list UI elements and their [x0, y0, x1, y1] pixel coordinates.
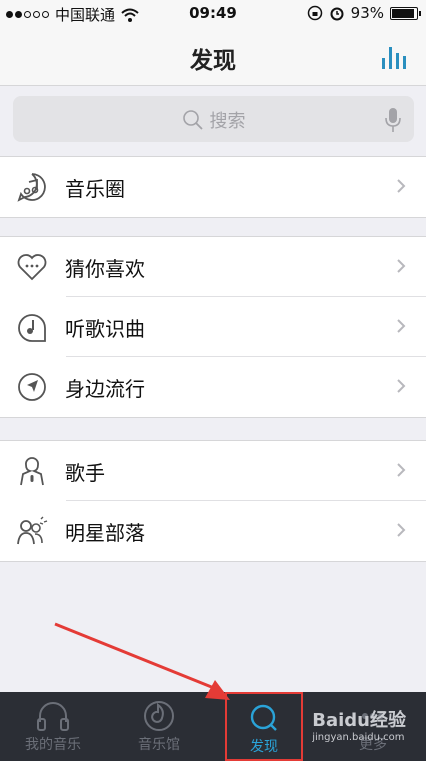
alarm-icon	[330, 7, 344, 21]
chevron-right-icon	[397, 523, 406, 537]
search-area: 搜索	[0, 86, 426, 154]
page-title: 发现	[190, 48, 236, 74]
status-right: 93%	[307, 4, 421, 22]
list-item-singers[interactable]: 歌手	[0, 441, 426, 501]
navigation-bar: 发现	[0, 28, 426, 86]
list-item-label: 明星部落	[65, 520, 145, 545]
music-circle-icon	[17, 173, 46, 202]
heart-chat-icon	[17, 254, 47, 281]
baidu-watermark: Baidu经验 jingyan.baidu.com	[312, 706, 406, 743]
tab-my-music[interactable]: 我的音乐	[0, 692, 106, 761]
list-item-label: 猜你喜欢	[65, 256, 145, 281]
microphone-icon[interactable]	[384, 107, 402, 133]
list-group-3: 歌手 明星部落	[0, 440, 426, 562]
search-placeholder: 搜索	[209, 111, 246, 132]
watermark-url: jingyan.baidu.com	[312, 732, 405, 743]
singer-icon	[20, 457, 44, 486]
chevron-right-icon	[397, 463, 406, 477]
list-item-nearby-trending[interactable]: 身边流行	[0, 357, 426, 417]
list-item-label: 听歌识曲	[65, 316, 145, 341]
rotation-lock-icon	[307, 5, 322, 21]
headphones-icon	[37, 702, 69, 731]
battery-level	[392, 8, 415, 18]
tab-label: 音乐馆	[138, 737, 180, 753]
tab-discover[interactable]: 发现	[225, 692, 303, 761]
list-group-1: 音乐圈	[0, 156, 426, 218]
search-icon	[182, 110, 203, 130]
list-item-guess-you-like[interactable]: 猜你喜欢	[0, 237, 426, 297]
list-item-music-circle[interactable]: 音乐圈	[0, 157, 426, 217]
chevron-right-icon	[397, 179, 406, 193]
chevron-right-icon	[397, 319, 406, 333]
search-input[interactable]: 搜索	[13, 96, 414, 142]
tab-music-hall[interactable]: 音乐馆	[106, 692, 212, 761]
battery-icon	[390, 6, 421, 20]
list-item-label: 音乐圈	[65, 176, 125, 201]
list-item-label: 歌手	[65, 460, 105, 485]
status-bar: 中国联通 09:49 93%	[0, 0, 426, 28]
location-arrow-icon	[18, 373, 46, 401]
tab-label: 我的音乐	[25, 737, 81, 753]
discover-icon	[250, 704, 277, 731]
list-group-2: 猜你喜欢 听歌识曲 身边流行	[0, 236, 426, 418]
music-recognize-icon	[18, 314, 46, 342]
chart-bars-icon[interactable]	[380, 44, 414, 70]
list-item-label: 身边流行	[65, 376, 145, 401]
chevron-right-icon	[397, 379, 406, 393]
list-item-song-recognition[interactable]: 听歌识曲	[0, 297, 426, 357]
list-item-star-tribe[interactable]: 明星部落	[0, 501, 426, 561]
star-tribe-icon	[17, 516, 48, 545]
chevron-right-icon	[397, 259, 406, 273]
music-hall-icon	[144, 701, 174, 731]
battery-percent: 93%	[350, 4, 384, 22]
watermark-brand: Baidu经验	[312, 710, 406, 731]
tab-label: 发现	[250, 739, 278, 755]
